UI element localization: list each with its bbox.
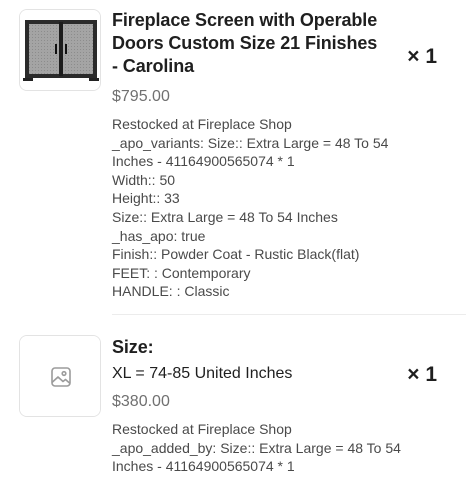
item-property: Width:: 50	[112, 171, 176, 188]
item-property: HANDLE: : Classic	[112, 283, 230, 300]
item-property: Inches - 41164900565074 * 1	[112, 458, 295, 475]
item-property: Restocked at Fireplace Shop	[112, 421, 292, 437]
item-property: FEET: : Contemporary	[112, 264, 251, 281]
product-title-line: Doors Custom Size 21 Finishes	[112, 33, 378, 53]
product-thumbnail[interactable]	[19, 9, 101, 91]
item-quantity: × 1	[407, 363, 437, 386]
item-property: Restocked at Fireplace Shop	[112, 116, 292, 132]
product-title-line: Size:	[112, 337, 154, 357]
item-property: Finish:: Powder Coat - Rustic Black(flat…	[112, 246, 360, 263]
item-property: Height:: 33	[112, 190, 180, 207]
item-properties: Restocked at Fireplace Shop _apo_added_b…	[112, 420, 412, 476]
product-title[interactable]: Fireplace Screen with Operable Doors Cus…	[112, 9, 412, 78]
item-properties: Restocked at Fireplace Shop _apo_variant…	[112, 115, 412, 301]
item-property: _apo_added_by: Size:: Extra Large = 48 T…	[112, 439, 401, 456]
cart-line-item: Fireplace Screen with Operable Doors Cus…	[0, 0, 466, 315]
item-variant: XL = 74-85 United Inches	[112, 365, 293, 382]
item-details: Size: XL = 74-85 United Inches $380.00 R…	[112, 336, 412, 476]
item-property: _has_apo: true	[112, 227, 206, 244]
product-thumbnail[interactable]	[19, 335, 101, 417]
item-property: _apo_variants: Size:: Extra Large = 48 T…	[112, 134, 389, 151]
product-title[interactable]: Size:	[112, 336, 412, 358]
fireplace-screen-image	[20, 10, 100, 90]
product-title-line: Fireplace Screen with Operable	[112, 10, 378, 30]
item-property: Inches - 41164900565074 * 1	[112, 153, 295, 170]
item-price: $380.00	[112, 393, 170, 410]
item-property: Size:: Extra Large = 48 To 54 Inches	[112, 208, 338, 225]
item-details: Fireplace Screen with Operable Doors Cus…	[112, 9, 412, 301]
image-placeholder-icon	[20, 336, 100, 416]
product-title-line: - Carolina	[112, 56, 195, 76]
item-price: $795.00	[112, 88, 170, 105]
divider	[112, 314, 466, 315]
cart-line-item: Size: XL = 74-85 United Inches $380.00 R…	[0, 318, 466, 480]
item-quantity: × 1	[407, 45, 437, 68]
